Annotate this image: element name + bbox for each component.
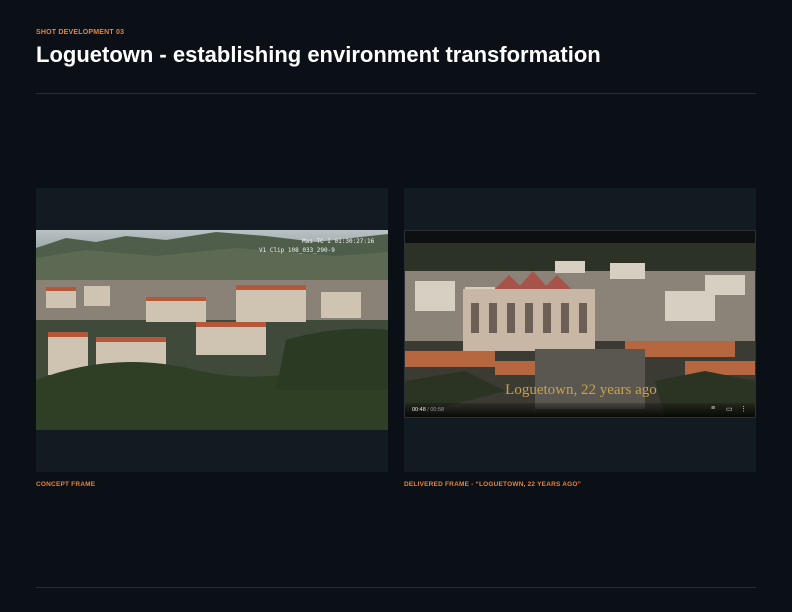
delivered-video-player[interactable]: Loguetown, 22 years ago 00:48 / 00:58 ≡ … [404,230,756,418]
eyebrow-label: SHOT DEVELOPMENT 03 [36,29,125,36]
delivered-frame-caption: DELIVERED FRAME - “LOGUETOWN, 22 YEARS A… [404,481,582,488]
concept-town-illustration [36,230,388,430]
header-divider [36,93,756,94]
timecode-readout: Mas TC I 01:30:27:16 [302,238,375,245]
player-controls-bar: 00:48 / 00:58 ≡ ▭ ⋮ [405,403,755,417]
duration-time: / 00:58 [427,407,445,413]
more-options-icon[interactable]: ⋮ [740,405,747,413]
film-subtitle: Loguetown, 22 years ago [505,382,657,398]
current-time: 00:48 [412,407,426,413]
delivered-frame-panel: Loguetown, 22 years ago 00:48 / 00:58 ≡ … [404,188,756,472]
clip-name-readout: V1 Clip 108_033_290-9 [259,247,335,254]
concept-frame-caption: CONCEPT FRAME [36,481,96,488]
player-time: 00:48 / 00:58 [412,407,444,413]
concept-frame-panel: Mas TC I 01:30:27:16 V1 Clip 108_033_290… [36,188,388,472]
concept-frame-image: Mas TC I 01:30:27:16 V1 Clip 108_033_290… [36,230,388,430]
footer-divider [36,587,756,588]
page-title: Loguetown - establishing environment tra… [36,42,601,67]
comment-icon[interactable]: ▭ [726,405,733,413]
captions-icon[interactable]: ≡ [711,405,715,412]
